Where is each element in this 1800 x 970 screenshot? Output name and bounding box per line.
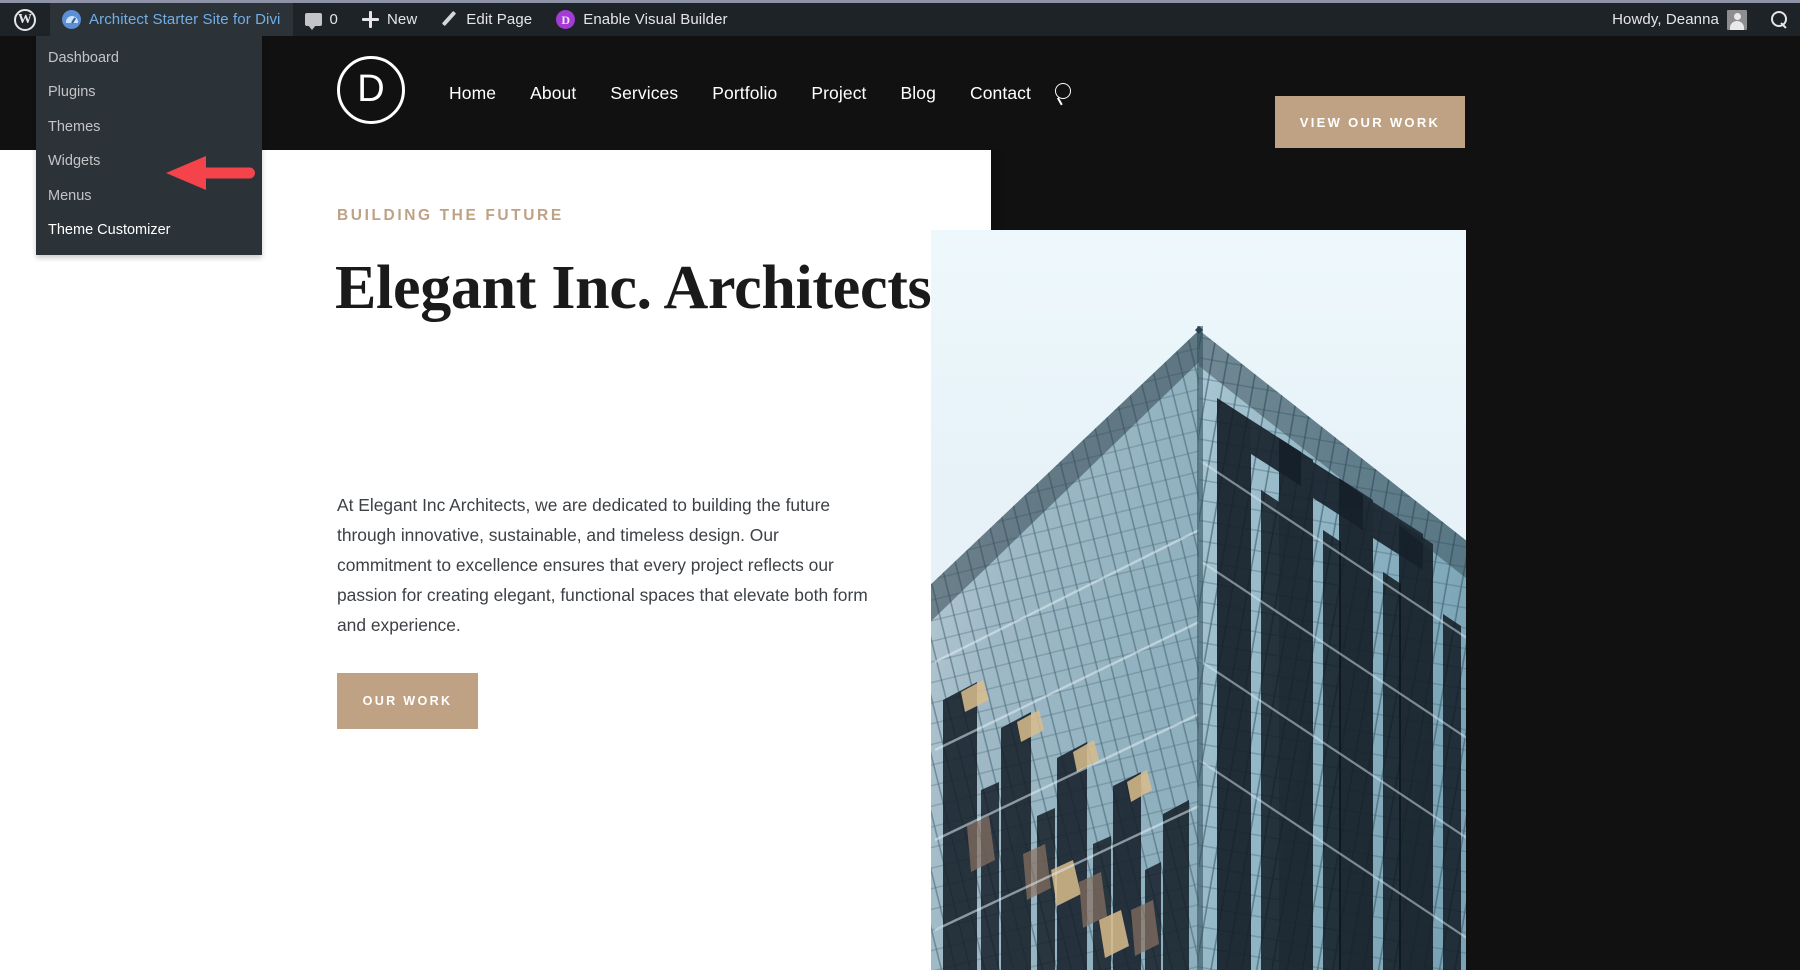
glass-skyscraper-photo <box>931 230 1466 970</box>
enable-visual-builder-button[interactable]: D Enable Visual Builder <box>544 3 739 36</box>
comments-count: 0 <box>329 11 338 28</box>
hero-eyebrow: BUILDING THE FUTURE <box>337 207 564 224</box>
wordpress-logo-button[interactable]: W <box>0 3 50 36</box>
red-arrow-left-icon <box>160 155 260 191</box>
adminbar-spacer <box>740 3 1600 36</box>
new-label: New <box>386 11 418 28</box>
main-navigation: Home About Services Portfolio Project Bl… <box>432 36 1076 150</box>
our-work-label: OUR WORK <box>362 694 453 708</box>
adminbar-search-button[interactable] <box>1759 3 1800 36</box>
nav-item-portfolio[interactable]: Portfolio <box>695 83 794 104</box>
adminbar-right-group: Howdy, Deanna <box>1600 3 1800 36</box>
page-title: Elegant Inc. Architects <box>335 254 932 322</box>
new-content-button[interactable]: New <box>350 3 429 36</box>
wp-admin-bar: W Architect Starter Site for Divi 0 New … <box>0 0 1800 36</box>
logo-letter: D <box>357 68 385 110</box>
account-menu[interactable]: Howdy, Deanna <box>1600 3 1759 36</box>
comments-button[interactable]: 0 <box>293 3 350 36</box>
edit-page-label: Edit Page <box>466 11 533 28</box>
nav-item-contact[interactable]: Contact <box>953 83 1048 104</box>
user-avatar-icon <box>1727 9 1747 30</box>
menu-item-themes[interactable]: Themes <box>36 110 262 144</box>
edit-page-button[interactable]: Edit Page <box>429 3 544 36</box>
nav-item-project[interactable]: Project <box>794 83 883 104</box>
nav-item-home[interactable]: Home <box>432 83 513 104</box>
menu-item-theme-customizer[interactable]: Theme Customizer <box>36 213 262 247</box>
nav-item-blog[interactable]: Blog <box>884 83 953 104</box>
site-name-dropdown-menu: Dashboard Plugins Themes Widgets Menus T… <box>36 36 262 255</box>
menu-item-plugins[interactable]: Plugins <box>36 75 262 109</box>
menu-item-dashboard[interactable]: Dashboard <box>36 41 262 75</box>
enable-visual-builder-label: Enable Visual Builder <box>583 11 728 28</box>
site-name-menu[interactable]: Architect Starter Site for Divi <box>50 3 293 36</box>
hero-body-text: At Elegant Inc Architects, we are dedica… <box>337 495 868 635</box>
view-our-work-label: VIEW OUR WORK <box>1299 114 1441 130</box>
divi-d-icon: D <box>556 10 576 29</box>
nav-item-about[interactable]: About <box>513 83 593 104</box>
pencil-icon <box>441 11 458 28</box>
plus-icon <box>361 11 379 28</box>
our-work-button[interactable]: OUR WORK <box>337 673 478 729</box>
wordpress-logo-icon: W <box>14 8 36 31</box>
site-header: D Home About Services Portfolio Project … <box>0 36 1800 150</box>
search-icon[interactable] <box>1054 82 1076 104</box>
view-our-work-button[interactable]: VIEW OUR WORK <box>1275 96 1465 148</box>
nav-item-services[interactable]: Services <box>593 83 695 104</box>
dashboard-speedometer-icon <box>62 10 81 29</box>
search-icon <box>1771 11 1788 28</box>
howdy-label: Howdy, Deanna <box>1612 11 1719 28</box>
divi-circle-d-logo-icon[interactable]: D <box>337 56 405 124</box>
comment-bubble-icon <box>304 13 322 30</box>
site-name-label: Architect Starter Site for Divi <box>89 11 281 28</box>
